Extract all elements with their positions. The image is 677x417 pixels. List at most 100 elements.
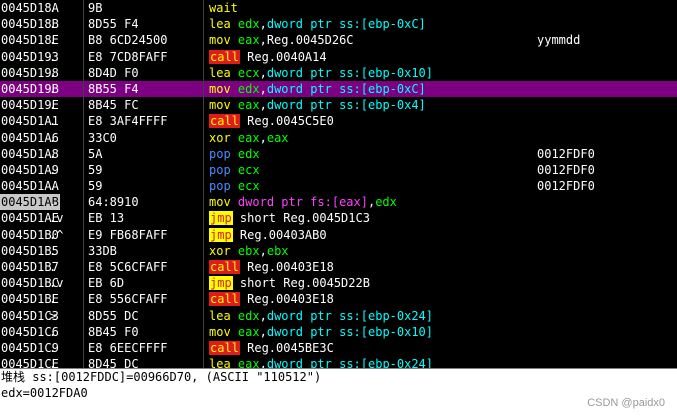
jump-marker: > <box>49 308 57 323</box>
disassembly-cell[interactable]: jmp short Reg.0045D1C3 <box>209 210 370 226</box>
register-token: ebx <box>266 243 289 258</box>
hex-bytes-cell[interactable]: EB 13 <box>88 210 124 226</box>
instruction-row[interactable]: 0045D1BE. E8 556CFAFF call Reg.00403E18 <box>0 291 677 307</box>
hex-bytes-cell[interactable]: E8 556CFAFF <box>88 291 167 307</box>
instruction-row[interactable]: 0045D1C6. 8B45 F0 mov eax,dword ptr ss:[eb… <box>0 324 677 340</box>
register-token: ecx <box>237 179 260 194</box>
operand-token: Reg.0045C5E0 <box>239 114 334 129</box>
operand-token: ,Reg.0045D26C <box>259 33 354 48</box>
hex-bytes-cell[interactable]: 5A <box>88 146 102 162</box>
hex-bytes-cell[interactable]: B8 6CD24500 <box>88 32 167 48</box>
disassembly-cell[interactable]: pop ecx <box>209 162 260 178</box>
selected-instruction-row[interactable]: 0045D19B. 8B55 F4 mov edx,dword ptr ss:[eb… <box>0 80 677 98</box>
instruction-row[interactable]: 0045D1AE .v EB 13 jmp short Reg.0045D1C3 <box>0 210 677 226</box>
comment-cell[interactable]: 0012FDF0 <box>537 178 595 194</box>
instruction-row[interactable]: 0045D18E. B8 6CD24500 mov eax,Reg.0045D26C… <box>0 32 677 48</box>
operand-token <box>231 309 238 323</box>
instruction-row[interactable]: 0045D18A. 9B wait <box>0 0 677 16</box>
instruction-row[interactable]: 0045D193. E8 7CD8FAFF call Reg.0040A14 <box>0 49 677 65</box>
hex-bytes-cell[interactable]: 59 <box>88 178 102 194</box>
disassembly-cell[interactable]: xor eax,eax <box>209 130 289 146</box>
hex-bytes-cell[interactable]: E8 6EECFFFF <box>88 340 167 356</box>
instruction-row[interactable]: 0045D1A9. 59 pop ecx 0012FDF0 <box>0 162 677 178</box>
register-token: eax <box>237 33 260 48</box>
operand-token: short Reg.0045D1C3 <box>232 211 370 226</box>
disassembly-cell[interactable]: lea edx,dword ptr ss:[ebp-0x24] <box>209 308 433 324</box>
hex-bytes-cell[interactable]: 64:8910 <box>88 194 139 210</box>
operand-token <box>231 325 238 339</box>
instruction-row[interactable]: 0045D19E. 8B45 FC mov eax,dword ptr ss:[eb… <box>0 97 677 113</box>
mnemonic-token: jmp <box>209 211 233 226</box>
disassembly-cell[interactable]: mov edx,dword ptr ss:[ebp-0xC] <box>209 81 426 97</box>
instruction-row[interactable]: 0045D198. 8D4D F0 lea ecx,dword ptr ss:[eb… <box>0 65 677 81</box>
operand-token: Reg.0040A14 <box>239 49 327 64</box>
jump-marker: . <box>49 17 57 32</box>
disassembly-cell[interactable]: jmp Reg.00403AB0 <box>209 227 327 243</box>
instruction-row[interactable]: 0045D1B5. 33DB xor ebx,ebx <box>0 243 677 259</box>
instruction-row[interactable]: 0045D1BC .v EB 6D jmp short Reg.0045D22B <box>0 275 677 291</box>
mnemonic-token: mov <box>209 324 231 339</box>
hex-bytes-cell[interactable]: 59 <box>88 162 102 178</box>
operand-token: Reg.0045BE3C <box>239 340 334 355</box>
register-token: edx <box>237 17 260 32</box>
mnemonic-token: call <box>209 292 240 307</box>
disassembly-cell[interactable]: call Reg.0040A14 <box>209 49 327 65</box>
disassembly-cell[interactable]: call Reg.00403E18 <box>209 259 334 275</box>
mnemonic-token: xor <box>209 243 231 258</box>
instruction-row[interactable]: 0045D1B0 .^ E9 FB68FAFF jmp Reg.00403AB0 <box>0 227 677 243</box>
instruction-row[interactable]: 0045D1AA. 59 pop ecx 0012FDF0 <box>0 178 677 194</box>
disassembly-cell[interactable]: call Reg.00403E18 <box>209 291 334 307</box>
hex-bytes-cell[interactable]: 33C0 <box>88 130 117 146</box>
disassembly-cell[interactable]: lea ecx,dword ptr ss:[ebp-0x10] <box>209 65 433 81</box>
hex-bytes-cell[interactable]: E9 FB68FAFF <box>88 227 167 243</box>
operand-token: , <box>259 17 267 32</box>
hex-bytes-cell[interactable]: E8 3AF4FFFF <box>88 113 167 129</box>
operand-token: , <box>259 308 267 323</box>
jump-marker: .v <box>49 211 64 226</box>
hex-bytes-cell[interactable]: E8 7CD8FAFF <box>88 49 167 65</box>
hex-bytes-cell[interactable]: 8D55 F4 <box>88 16 139 32</box>
comment-cell[interactable]: 0012FDF0 <box>537 146 595 162</box>
operand-token <box>231 17 238 31</box>
hex-bytes-cell[interactable]: 8B55 F4 <box>88 81 139 97</box>
instruction-row[interactable]: 0045D1C3 >8D55 DC lea edx,dword ptr ss:[eb… <box>0 308 677 324</box>
instruction-row[interactable]: 0045D1C9. E8 6EECFFFF call Reg.0045BE3C <box>0 340 677 356</box>
instruction-row[interactable]: 0045D1A1. E8 3AF4FFFF call Reg.0045C5E0 <box>0 113 677 129</box>
instruction-row[interactable]: 0045D1A6. 33C0 xor eax,eax <box>0 130 677 146</box>
disassembly-cell[interactable]: lea edx,dword ptr ss:[ebp-0xC] <box>209 16 426 32</box>
disassembly-cell[interactable]: mov dword ptr fs:[eax],edx <box>209 194 397 210</box>
operand-token: , <box>259 130 267 145</box>
disassembly-cell[interactable]: pop ecx <box>209 178 260 194</box>
memory-operand-token: dword ptr ss:[ebp-0x24] <box>266 308 434 323</box>
memory-operand-token: dword ptr fs:[eax] <box>237 195 368 210</box>
disassembly-cell[interactable]: xor ebx,ebx <box>209 243 289 259</box>
hex-bytes-cell[interactable]: 9B <box>88 0 102 16</box>
comment-cell[interactable]: 0012FDF0 <box>537 162 595 178</box>
disassembly-cell[interactable]: mov eax,dword ptr ss:[ebp-0x10] <box>209 324 433 340</box>
disassembly-cell[interactable]: call Reg.0045BE3C <box>209 340 334 356</box>
hex-bytes-cell[interactable]: E8 5C6CFAFF <box>88 259 167 275</box>
instruction-row[interactable]: 0045D1A8. 5A pop edx 0012FDF0 <box>0 146 677 162</box>
mnemonic-token: lea <box>209 308 231 323</box>
instruction-row[interactable]: 0045D18B. 8D55 F4 lea edx,dword ptr ss:[eb… <box>0 16 677 32</box>
hex-bytes-cell[interactable]: 8D55 DC <box>88 308 139 324</box>
instruction-row[interactable]: 0045D1B7. E8 5C6CFAFF call Reg.00403E18 <box>0 259 677 275</box>
jump-marker: . <box>49 260 57 274</box>
disassembly-cell[interactable]: mov eax,Reg.0045D26C <box>209 32 354 48</box>
disassembly-cell[interactable]: wait <box>209 0 238 16</box>
instruction-row[interactable]: 0045D1AB. 64:8910 mov dword ptr fs:[eax],e… <box>0 194 677 211</box>
disassembly-cell[interactable]: jmp short Reg.0045D22B <box>209 275 370 291</box>
disassembly-cell[interactable]: call Reg.0045C5E0 <box>209 113 334 129</box>
disassembly-pane[interactable]: 0045D18A. 9B wait 0045D18B. 8D55 F4 lea edx,d… <box>0 0 677 372</box>
hex-bytes-cell[interactable]: 8B45 F0 <box>88 324 139 340</box>
comment-cell[interactable]: yymmdd <box>537 32 580 48</box>
disassembly-cell[interactable]: mov eax,dword ptr ss:[ebp-0x4] <box>209 97 426 113</box>
hex-bytes-cell[interactable]: EB 6D <box>88 275 124 291</box>
register-info-line: edx=0012FDA0 <box>1 386 88 400</box>
operand-token: Reg.00403E18 <box>239 260 334 274</box>
hex-bytes-cell[interactable]: 8B45 FC <box>88 97 139 113</box>
disassembly-cell[interactable]: pop edx <box>209 146 260 162</box>
hex-bytes-cell[interactable]: 8D4D F0 <box>88 65 139 81</box>
jump-marker: . <box>49 65 57 80</box>
hex-bytes-cell[interactable]: 33DB <box>88 243 117 259</box>
